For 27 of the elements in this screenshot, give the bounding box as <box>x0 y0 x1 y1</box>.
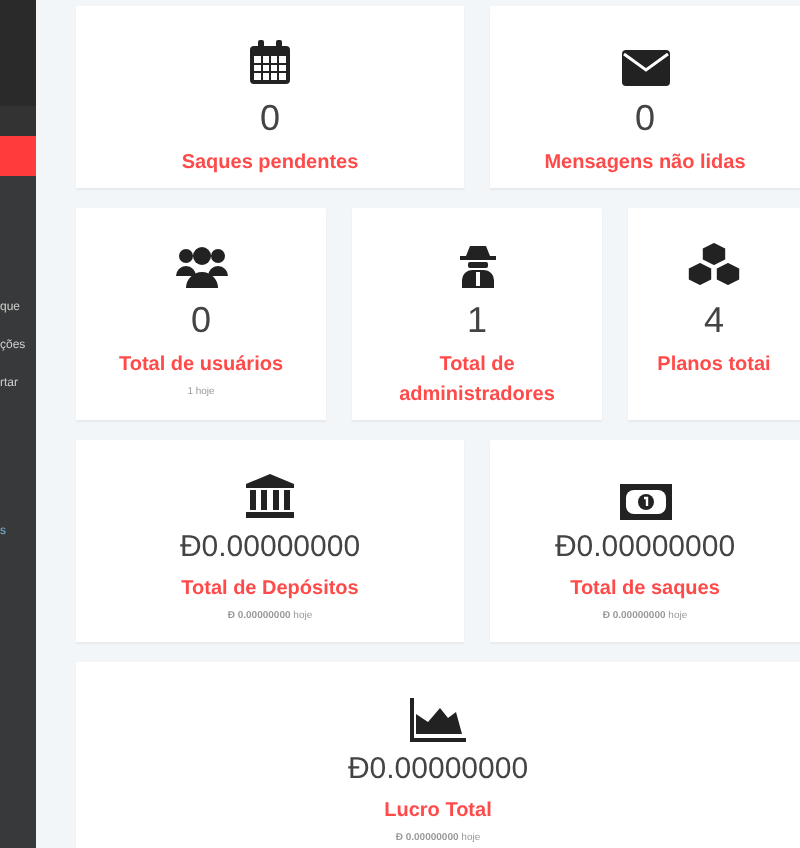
banknote-icon <box>619 484 671 520</box>
stat-label: Total de administradores <box>397 351 557 409</box>
stat-value: 0 <box>259 96 280 141</box>
area-chart-icon <box>410 698 466 742</box>
stat-label: Saques pendentes <box>179 149 361 177</box>
sidebar-strip <box>0 106 36 136</box>
bank-icon <box>244 472 296 520</box>
stat-value: 0 <box>190 298 211 343</box>
stat-label: Total de Depósitos <box>179 575 361 604</box>
envelope-icon <box>621 50 669 86</box>
spy-icon <box>459 244 495 288</box>
stat-label: Total de usuários <box>116 351 286 379</box>
stat-label: Planos totai <box>655 351 773 379</box>
cubes-icon <box>686 240 742 288</box>
stat-value: 4 <box>703 298 724 343</box>
stat-value: Đ0.00000000 <box>347 752 529 790</box>
stat-label: Mensagens não lidas <box>542 149 748 177</box>
stat-value: 0 <box>634 96 655 141</box>
active-menu-bar <box>0 136 36 176</box>
stat-label: Lucro Total <box>382 797 494 826</box>
users-icon <box>175 244 227 288</box>
stat-label: Total de saques <box>568 575 722 604</box>
stat-value: Đ0.00000000 <box>179 530 361 568</box>
sidebar-header <box>0 0 36 106</box>
stat-value: 1 <box>466 298 487 343</box>
stat-value: Đ0.00000000 <box>554 530 736 568</box>
calendar-icon <box>248 38 292 86</box>
